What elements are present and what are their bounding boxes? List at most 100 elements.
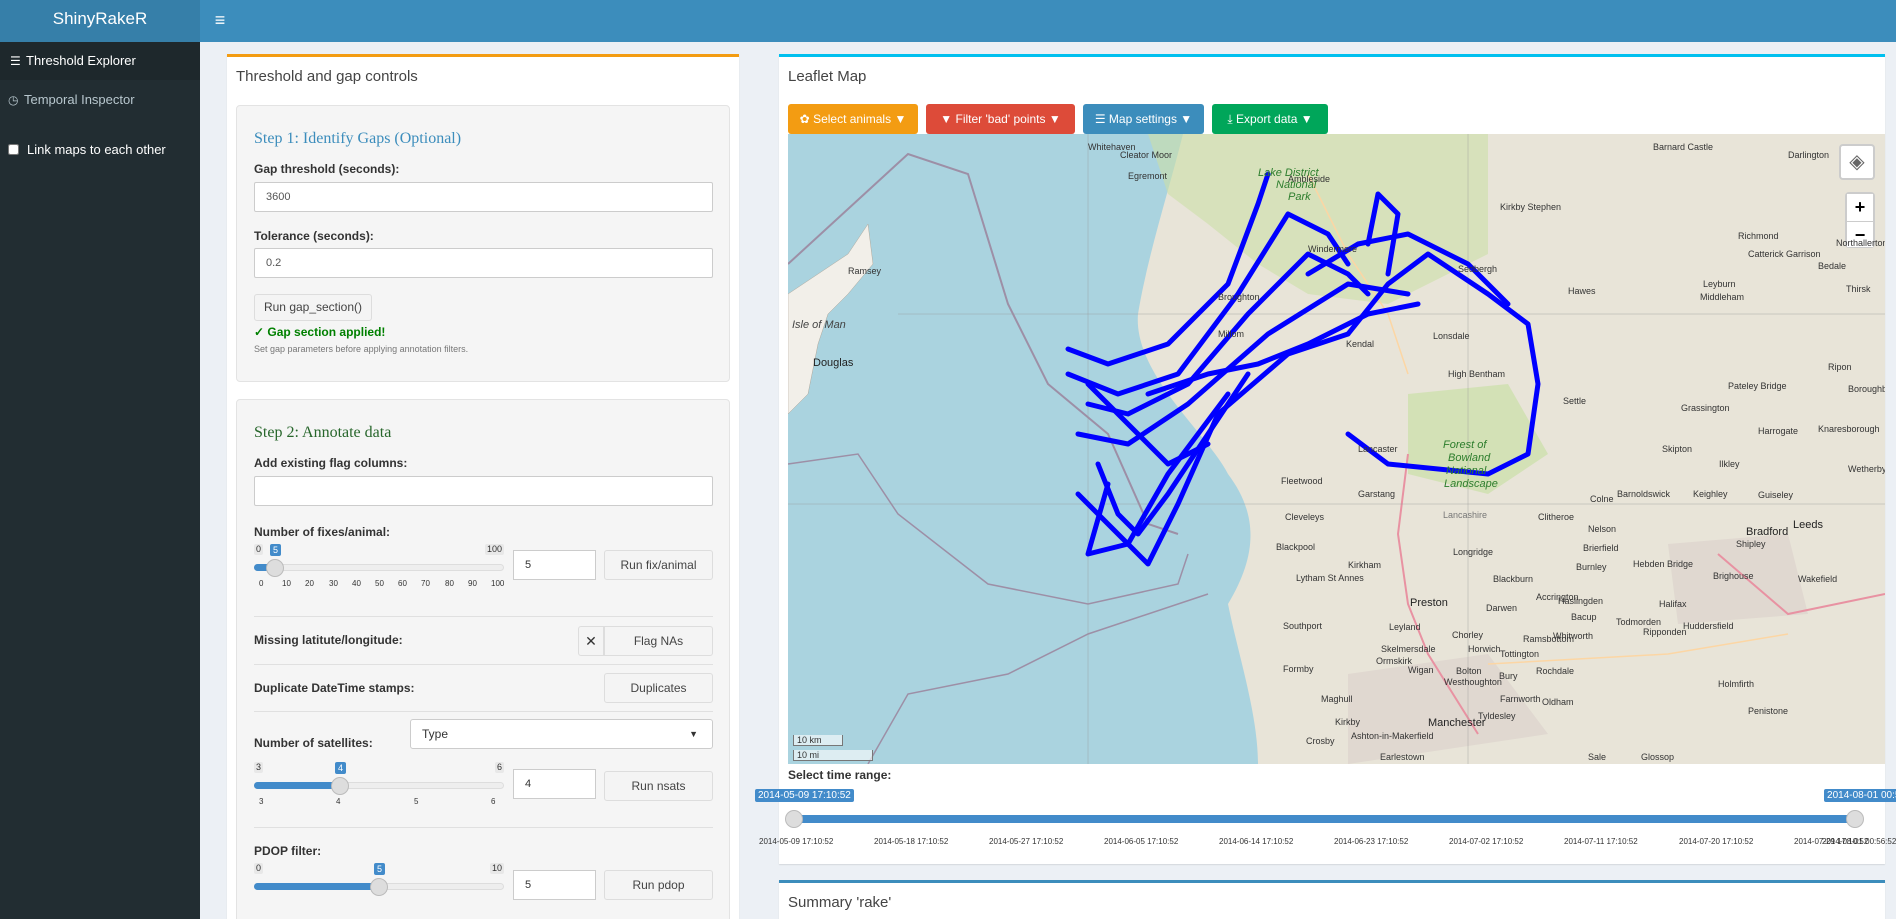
map-place-label: Preston — [1410, 597, 1448, 609]
gap-status-message: ✓ Gap section applied! — [254, 325, 386, 339]
app-title[interactable]: ShinyRakeR — [0, 0, 200, 42]
slider-tick-label: 60 — [398, 579, 407, 588]
satellites-slider[interactable]: 3 6 4 3 4 5 6 — [254, 762, 504, 806]
slider-tick-label: 6 — [491, 797, 496, 806]
run-gap-section-button[interactable]: Run gap_section() — [254, 294, 372, 321]
link-maps-toggle[interactable]: Link maps to each other — [8, 142, 166, 157]
map-place-label: Todmorden — [1616, 617, 1662, 627]
map-canvas[interactable] — [788, 134, 1885, 764]
run-pdop-button[interactable]: Run pdop — [604, 870, 713, 900]
range-tick-label: 2014-06-14 17:10:52 — [1219, 837, 1294, 846]
duplicates-button[interactable]: Duplicates — [604, 673, 713, 703]
slider-max: 100 — [484, 544, 504, 555]
paw-icon: ✿ — [799, 112, 814, 126]
slider-max: 6 — [494, 762, 504, 773]
caret-down-icon: ▼ — [1297, 112, 1313, 126]
flag-nas-button[interactable]: Flag NAs — [604, 626, 713, 656]
range-end-handle[interactable] — [1846, 810, 1864, 828]
sidebar-item-threshold-explorer[interactable]: ☰ Threshold Explorer — [0, 42, 200, 80]
fixes-number-input[interactable]: 5 — [513, 550, 596, 580]
run-fix-animal-button[interactable]: Run fix/animal — [604, 550, 713, 580]
map-place-label: Colne — [1590, 494, 1614, 504]
map-settings-dropdown[interactable]: ☰ Map settings ▼ — [1083, 104, 1204, 134]
map-place-label: Lancaster — [1358, 444, 1398, 454]
map-place-label: Blackpool — [1276, 542, 1316, 552]
leaflet-map[interactable]: ◈ + − 10 km 10 mi Lake District National P… — [788, 134, 1885, 764]
map-place-label: Westhoughton — [1444, 677, 1502, 687]
link-maps-label: Link maps to each other — [27, 142, 166, 157]
slider-tick-label: 20 — [305, 579, 314, 588]
slider-track[interactable] — [254, 564, 504, 571]
layers-icon[interactable]: ◈ — [1839, 144, 1875, 180]
gap-threshold-input[interactable]: 3600 — [254, 182, 713, 212]
pdop-label: PDOP filter: — [254, 844, 322, 858]
range-tick-label: 2014-06-05 17:10:52 — [1104, 837, 1179, 846]
divider — [254, 827, 713, 828]
map-place-label: Sale — [1588, 752, 1607, 762]
tolerance-input[interactable]: 0.2 — [254, 248, 713, 278]
time-range-slider[interactable]: 2014-05-09 17:10:52 2014-08-01 00:56 201… — [749, 785, 1896, 855]
panel-title: Threshold and gap controls — [236, 68, 418, 85]
track-line[interactable] — [1145, 301, 1421, 397]
chevron-down-icon: ▼ — [689, 729, 698, 739]
range-track[interactable] — [794, 815, 1855, 823]
download-icon: ⤓ — [1227, 112, 1237, 126]
map-place-label: High Bentham — [1448, 369, 1506, 379]
map-place-label: Wigan — [1408, 665, 1434, 675]
slider-tick-label: 10 — [282, 579, 291, 588]
filter-bad-points-dropdown[interactable]: ▼ Filter 'bad' points ▼ — [926, 104, 1075, 134]
hamburger-icon[interactable]: ≡ — [200, 0, 240, 42]
map-place-label: Ramsey — [848, 266, 882, 276]
select-animals-dropdown[interactable]: ✿ Select animals ▼ — [788, 104, 918, 134]
clear-x-button[interactable]: ✕ — [578, 626, 604, 656]
zoom-in-button[interactable]: + — [1847, 194, 1873, 220]
range-start-handle[interactable] — [785, 810, 803, 828]
map-place-label: National — [1446, 465, 1487, 477]
flag-columns-input[interactable] — [254, 476, 713, 506]
fixes-slider[interactable]: 0 100 5 0 10 20 30 40 50 60 70 80 90 100 — [254, 544, 504, 588]
map-place-label: Ambleside — [1288, 174, 1331, 184]
sidebar-item-label: Temporal Inspector — [24, 92, 135, 107]
pdop-number-input[interactable]: 5 — [513, 870, 596, 900]
clock-icon: ◷ — [8, 93, 19, 107]
slider-handle[interactable] — [331, 777, 349, 795]
export-data-dropdown[interactable]: ⤓ Export data ▼ — [1212, 104, 1328, 134]
map-place-label: Clitheroe — [1538, 512, 1575, 522]
map-place-label: Wakefield — [1798, 574, 1838, 584]
slider-handle[interactable] — [370, 878, 388, 896]
dropdown-label: Select animals — [813, 112, 892, 126]
map-place-label: Holmfirth — [1718, 679, 1755, 689]
slider-handle[interactable] — [266, 559, 284, 577]
range-tick-label: 2014-07-02 17:10:52 — [1449, 837, 1524, 846]
slider-tick-label: 100 — [491, 579, 505, 588]
sidebar-item-temporal-inspector[interactable]: ◷ Temporal Inspector — [0, 81, 200, 119]
map-place-label: Penistone — [1748, 706, 1789, 716]
map-place-label: Darlington — [1788, 150, 1830, 160]
map-place-label: Forest of — [1443, 439, 1487, 451]
map-place-label: Bacup — [1571, 612, 1597, 622]
slider-value: 5 — [270, 544, 282, 556]
map-place-label: Horwich — [1468, 644, 1501, 654]
map-place-label: Cleveleys — [1285, 512, 1325, 522]
pdop-slider[interactable]: 0 10 5 — [254, 863, 504, 903]
map-place-label: Formby — [1283, 664, 1314, 674]
map-place-label: Landscape — [1444, 478, 1498, 490]
map-place-label: Middleham — [1700, 292, 1745, 302]
map-place-label: Guiseley — [1758, 490, 1794, 500]
step2-title: Step 2: Annotate data — [254, 424, 392, 441]
map-place-label: Crosby — [1306, 736, 1335, 746]
slider-tick-label: 0 — [259, 579, 264, 588]
divider — [254, 664, 713, 665]
satellites-label: Number of satellites: — [254, 736, 373, 750]
map-place-label: Kirkby Stephen — [1500, 202, 1562, 212]
map-place-label: Ripponden — [1643, 627, 1687, 637]
map-place-label: Leeds — [1793, 519, 1823, 531]
map-place-label: Burnley — [1576, 562, 1607, 572]
link-maps-checkbox[interactable] — [8, 144, 19, 155]
map-place-label: Garstang — [1358, 489, 1396, 499]
satellites-type-select[interactable]: Type ▼ — [410, 719, 713, 749]
map-place-label: Barnard Castle — [1653, 142, 1714, 152]
run-nsats-button[interactable]: Run nsats — [604, 771, 713, 801]
satellites-number-input[interactable]: 4 — [513, 769, 596, 799]
range-start-label: 2014-05-09 17:10:52 — [755, 789, 854, 802]
